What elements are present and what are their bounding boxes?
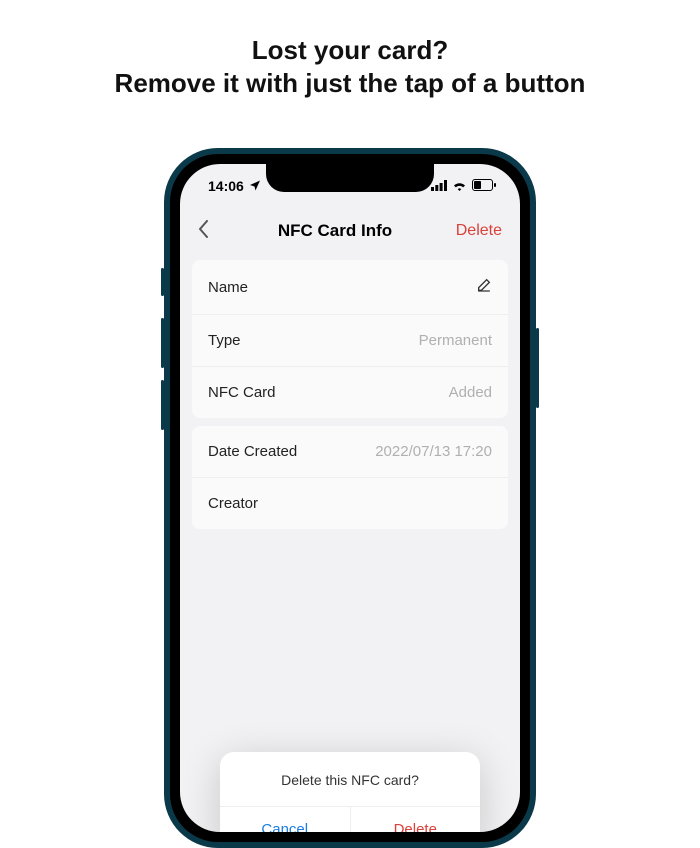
row-creator: Creator — [192, 477, 508, 529]
nav-bar: NFC Card Info Delete — [180, 208, 520, 254]
battery-icon — [472, 178, 496, 194]
headline-line2: Remove it with just the tap of a button — [0, 67, 700, 100]
silence-switch — [161, 268, 164, 296]
row-type: Type Permanent — [192, 314, 508, 366]
delete-button[interactable]: Delete — [350, 807, 481, 832]
nav-delete-button[interactable]: Delete — [442, 222, 502, 240]
row-label: Date Created — [208, 443, 297, 460]
marketing-headline: Lost your card? Remove it with just the … — [0, 0, 700, 99]
phone-mockup: 14:06 — [164, 148, 536, 848]
card-info-group: Name Type Permanent NFC Card Added — [192, 260, 508, 418]
row-nfc: NFC Card Added — [192, 366, 508, 418]
row-label: NFC Card — [208, 384, 276, 401]
dialog-actions: Cancel Delete — [220, 806, 480, 832]
row-label: Type — [208, 332, 241, 349]
row-label: Creator — [208, 495, 258, 512]
page-title: NFC Card Info — [278, 221, 392, 241]
content: Name Type Permanent NFC Card Added — [180, 254, 520, 529]
edit-icon[interactable] — [476, 277, 492, 297]
back-button[interactable] — [198, 218, 228, 244]
row-value: Permanent — [419, 332, 492, 349]
volume-up-button — [161, 318, 164, 368]
confirm-dialog: Delete this NFC card? Cancel Delete — [220, 752, 480, 832]
cancel-button[interactable]: Cancel — [220, 807, 350, 832]
location-icon — [249, 178, 261, 194]
row-label: Name — [208, 279, 248, 296]
volume-down-button — [161, 380, 164, 430]
power-button — [536, 328, 539, 408]
dialog-title: Delete this NFC card? — [220, 752, 480, 806]
card-meta-group: Date Created 2022/07/13 17:20 Creator — [192, 426, 508, 529]
notch — [266, 164, 434, 192]
status-time: 14:06 — [208, 178, 244, 194]
signal-icon — [431, 178, 447, 194]
phone-screen: 14:06 — [180, 164, 520, 832]
row-value: 2022/07/13 17:20 — [375, 443, 492, 460]
wifi-icon — [452, 178, 467, 194]
row-value: Added — [449, 384, 492, 401]
headline-line1: Lost your card? — [0, 34, 700, 67]
row-date-created: Date Created 2022/07/13 17:20 — [192, 426, 508, 477]
row-name[interactable]: Name — [192, 260, 508, 314]
